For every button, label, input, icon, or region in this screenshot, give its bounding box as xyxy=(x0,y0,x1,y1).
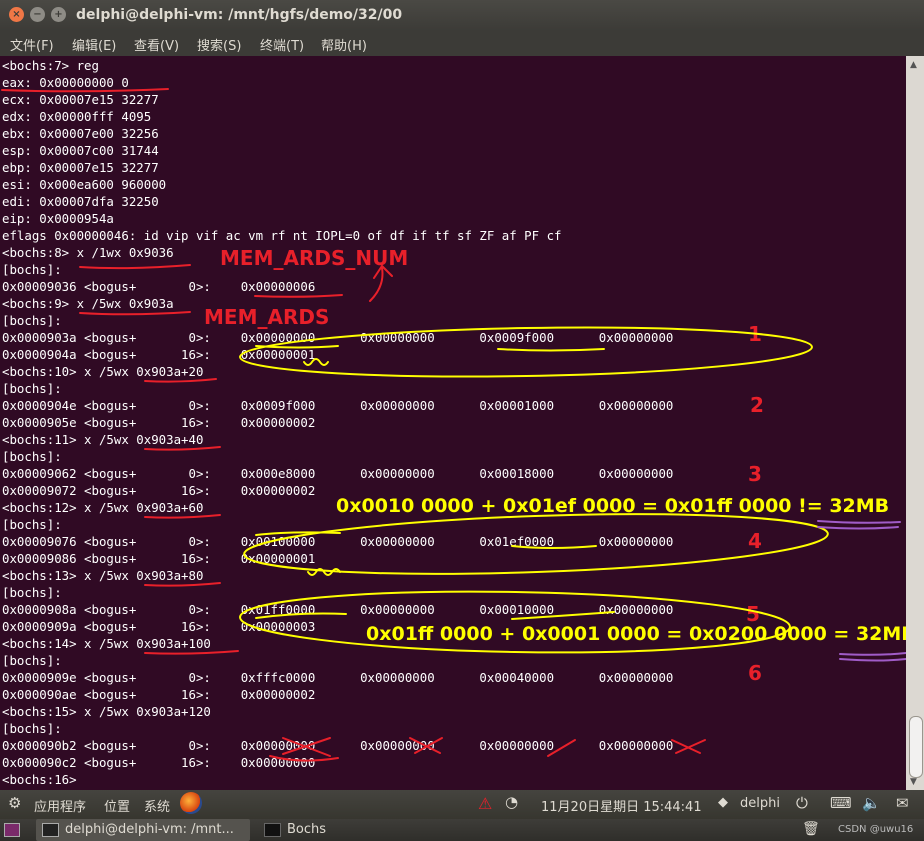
applications-menu[interactable]: 应用程序 xyxy=(34,796,86,815)
terminal-line: [bochs]: xyxy=(2,653,62,668)
terminal-line: ebp: 0x00007e15 32277 xyxy=(2,160,159,175)
gnome-panel: ⚙ 应用程序 位置 系统 ⚠ ◔ 11月20日星期日 15:44:41 ◆ de… xyxy=(0,790,924,819)
terminal-line: <bochs:9> x /5wx 0x903a xyxy=(2,296,174,311)
terminal-line: 0x00009086 <bogus+ 16>: 0x00000001 xyxy=(2,551,316,566)
menu-terminal[interactable]: 终端(T) xyxy=(260,35,304,54)
terminal-line: 0x00009076 <bogus+ 0>: 0x00100000 0x0000… xyxy=(2,534,674,549)
mail-icon[interactable]: ✉ xyxy=(896,794,909,812)
ubuntu-logo-icon[interactable]: ⚙ xyxy=(8,794,21,812)
menu-bar: 文件(F) 编辑(E) 查看(V) 搜索(S) 终端(T) 帮助(H) xyxy=(0,31,924,56)
terminal-line: ecx: 0x00007e15 32277 xyxy=(2,92,159,107)
warning-icon[interactable]: ⚠ xyxy=(478,794,492,813)
user-menu[interactable]: delphi xyxy=(740,796,780,811)
terminal-line: <bochs:14> x /5wx 0x903a+100 xyxy=(2,636,211,651)
taskbar-item-terminal[interactable]: delphi@delphi-vm: /mnt... xyxy=(36,819,250,841)
terminal-line: eax: 0x00000000 0 xyxy=(2,75,129,90)
terminal-line: 0x0000908a <bogus+ 0>: 0x01ff0000 0x0000… xyxy=(2,602,674,617)
terminal-line: [bochs]: xyxy=(2,381,62,396)
network-icon[interactable]: ◔ xyxy=(505,793,518,811)
terminal-line: [bochs]: xyxy=(2,449,62,464)
terminal-line: <bochs:8> x /1wx 0x9036 xyxy=(2,245,174,260)
terminal-line: 0x0000905e <bogus+ 16>: 0x00000002 xyxy=(2,415,316,430)
terminal-line: 0x00009072 <bogus+ 16>: 0x00000002 xyxy=(2,483,316,498)
terminal-line: 0x00009036 <bogus+ 0>: 0x00000006 xyxy=(2,279,316,294)
terminal-line: 0x0000904e <bogus+ 0>: 0x0009f000 0x0000… xyxy=(2,398,674,413)
terminal-line: 0x000090b2 <bogus+ 0>: 0x00000000 0x0000… xyxy=(2,738,674,753)
scroll-up-arrow-icon[interactable]: ▲ xyxy=(910,60,917,70)
scrollbar-thumb[interactable] xyxy=(909,716,923,778)
terminal-line: <bochs:7> reg xyxy=(2,58,99,73)
terminal-line: 0x0000909e <bogus+ 0>: 0xfffc0000 0x0000… xyxy=(2,670,674,685)
show-desktop-icon[interactable] xyxy=(4,819,24,841)
window-title: delphi@delphi-vm: /mnt/hgfs/demo/32/00 xyxy=(76,7,403,23)
menu-file[interactable]: 文件(F) xyxy=(10,35,54,54)
menu-edit[interactable]: 编辑(E) xyxy=(72,35,116,54)
scrollbar[interactable]: ▲ ▼ xyxy=(906,56,924,790)
places-menu[interactable]: 位置 xyxy=(104,796,130,815)
terminal-line: [bochs]: xyxy=(2,313,62,328)
terminal-line: <bochs:16> xyxy=(2,772,77,787)
terminal-output[interactable]: <bochs:7> reg eax: 0x00000000 0 ecx: 0x000… xyxy=(0,56,906,790)
terminal-line: <bochs:12> x /5wx 0x903a+60 xyxy=(2,500,204,515)
terminal-line: 0x0000909a <bogus+ 16>: 0x00000003 xyxy=(2,619,316,634)
firefox-icon[interactable] xyxy=(180,792,202,814)
user-icon[interactable]: ◆ xyxy=(718,795,728,810)
terminal-line: 0x000090ae <bogus+ 16>: 0x00000002 xyxy=(2,687,316,702)
terminal-line: <bochs:13> x /5wx 0x903a+80 xyxy=(2,568,204,583)
menu-search[interactable]: 搜索(S) xyxy=(197,35,241,54)
terminal-line: eflags 0x00000046: id vip vif ac vm rf n… xyxy=(2,228,562,243)
terminal-line: edx: 0x00000fff 4095 xyxy=(2,109,152,124)
minimize-button[interactable]: − xyxy=(30,7,45,22)
terminal-line: edi: 0x00007dfa 32250 xyxy=(2,194,159,209)
menu-view[interactable]: 查看(V) xyxy=(134,35,179,54)
scroll-down-arrow-icon[interactable]: ▼ xyxy=(910,777,917,787)
terminal-line: <bochs:11> x /5wx 0x903a+40 xyxy=(2,432,204,447)
terminal-line: 0x000090c2 <bogus+ 16>: 0x00000000 xyxy=(2,755,316,770)
terminal-line: eip: 0x0000954a xyxy=(2,211,114,226)
taskbar-item-bochs[interactable]: Bochs xyxy=(258,819,326,841)
terminal-line: 0x00009062 <bogus+ 0>: 0x000e8000 0x0000… xyxy=(2,466,674,481)
keyboard-icon[interactable]: ⌨ xyxy=(830,794,852,812)
terminal-icon xyxy=(42,822,59,837)
watermark: CSDN @uwu16 xyxy=(838,824,914,835)
maximize-button[interactable]: + xyxy=(51,7,66,22)
system-menu[interactable]: 系统 xyxy=(144,796,170,815)
terminal-line: ebx: 0x00007e00 32256 xyxy=(2,126,159,141)
close-button[interactable]: × xyxy=(9,7,24,22)
terminal-line: [bochs]: xyxy=(2,721,62,736)
volume-icon[interactable]: 🔈 xyxy=(862,794,881,812)
taskbar: delphi@delphi-vm: /mnt... Bochs 🗑 CSDN @… xyxy=(0,819,924,841)
menu-help[interactable]: 帮助(H) xyxy=(321,35,367,54)
trash-icon[interactable]: 🗑 xyxy=(802,819,820,841)
bochs-icon xyxy=(264,822,281,837)
terminal-line: 0x0000904a <bogus+ 16>: 0x00000001 xyxy=(2,347,316,362)
terminal-line: <bochs:10> x /5wx 0x903a+20 xyxy=(2,364,204,379)
terminal-line: [bochs]: xyxy=(2,262,62,277)
title-bar: × − + delphi@delphi-vm: /mnt/hgfs/demo/3… xyxy=(0,0,924,31)
datetime[interactable]: 11月20日星期日 15:44:41 xyxy=(541,796,702,815)
terminal-line: <bochs:15> x /5wx 0x903a+120 xyxy=(2,704,211,719)
terminal-line: 0x0000903a <bogus+ 0>: 0x00000000 0x0000… xyxy=(2,330,674,345)
terminal-line: [bochs]: xyxy=(2,585,62,600)
power-icon[interactable]: ⏻ xyxy=(796,794,808,812)
terminal-line: esi: 0x000ea600 960000 xyxy=(2,177,167,192)
terminal-line: esp: 0x00007c00 31744 xyxy=(2,143,159,158)
terminal-line: [bochs]: xyxy=(2,517,62,532)
